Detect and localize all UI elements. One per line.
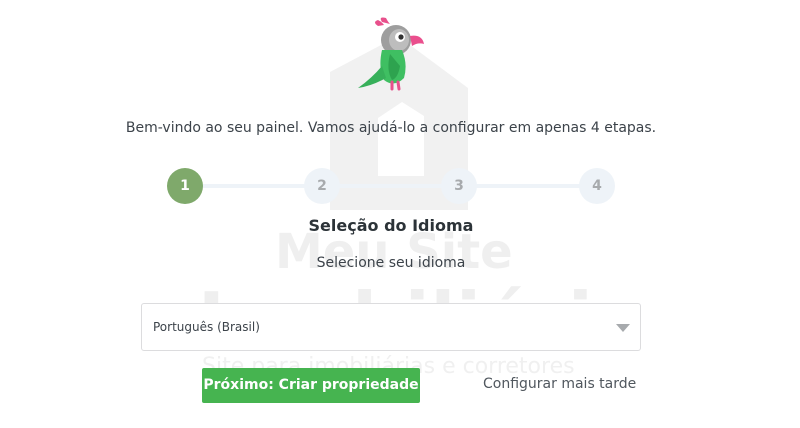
step-4: 4 (579, 168, 615, 204)
setup-wizard-page: Meu Site Imobiliário Site para imobiliár… (0, 0, 800, 428)
step-3: 3 (441, 168, 477, 204)
intro-text: Bem-vindo ao seu painel. Vamos ajudá-lo … (125, 120, 657, 136)
stepper-track (185, 184, 597, 188)
step-2: 2 (304, 168, 340, 204)
section-subtitle: Selecione seu idioma (316, 255, 466, 271)
configure-later-link[interactable]: Configurar mais tarde (483, 376, 636, 392)
chevron-down-icon (616, 324, 630, 332)
language-select-value: Português (Brasil) (153, 320, 260, 334)
step-1: 1 (167, 168, 203, 204)
parrot-mascot-icon (358, 17, 424, 91)
section-title: Seleção do Idioma (308, 216, 474, 235)
next-create-property-button[interactable]: Próximo: Criar propriedade (202, 368, 420, 403)
language-select[interactable]: Português (Brasil) (141, 303, 641, 351)
progress-stepper: 1 2 3 4 (167, 168, 615, 204)
